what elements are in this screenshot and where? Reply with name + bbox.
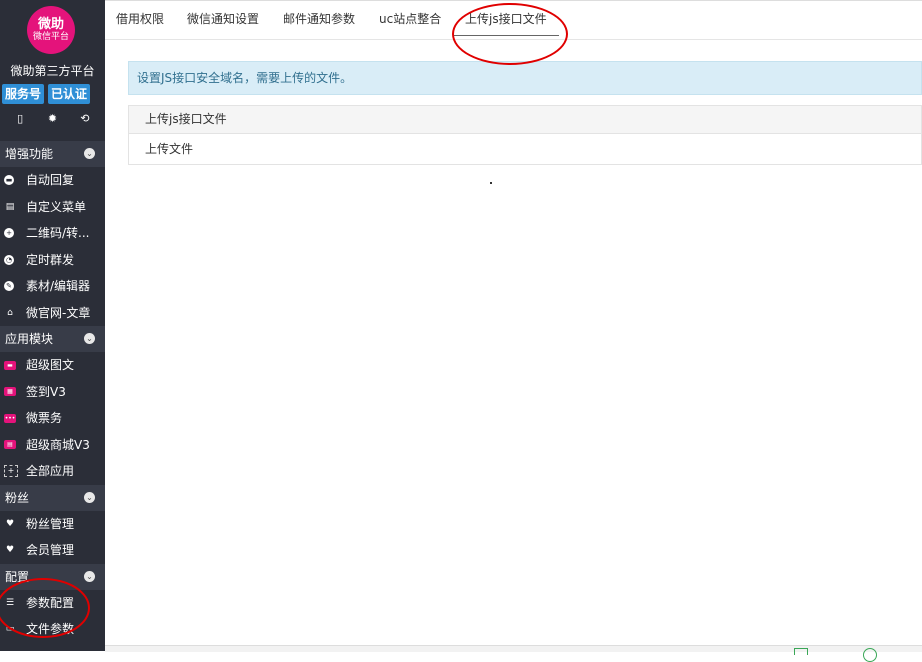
- upload-panel: 上传js接口文件 上传文件: [128, 105, 922, 165]
- grid-dashed-icon: +: [4, 465, 18, 478]
- panel-title: 上传js接口文件: [129, 106, 921, 134]
- sidebar-item-label: 定时群发: [26, 252, 75, 267]
- section-title: 配置: [5, 569, 30, 584]
- sidebar-item-label: 超级图文: [26, 358, 75, 372]
- main-content: 设置JS接口安全域名，需要上传的文件。 上传js接口文件 上传文件: [106, 40, 922, 645]
- sidebar-item-label: 参数配置: [26, 595, 75, 610]
- section-title: 增强功能: [5, 147, 54, 161]
- list-icon: ☰: [5, 597, 15, 608]
- tab-upload-js-file[interactable]: 上传js接口文件: [453, 11, 559, 36]
- file-icon: ▭: [5, 624, 15, 635]
- sidebar-item-label: 文件参数: [26, 622, 75, 636]
- mobile-icon[interactable]: ▯: [13, 112, 27, 125]
- sidebar-item-scheduled-send[interactable]: ◔ 定时群发: [0, 247, 105, 274]
- sidebar-item-label: 全部应用: [26, 464, 75, 478]
- app-pink-icon: ▬: [4, 360, 16, 370]
- sidebar-item-label: 微官网-文章: [26, 305, 91, 320]
- account-badges: 服务号 已认证: [2, 84, 91, 104]
- plus-circle-icon: +: [4, 228, 14, 239]
- heart-icon: ♥: [5, 518, 15, 529]
- app-pink-icon: ▤: [4, 440, 16, 450]
- sidebar: 微助 微信平台 微助第三方平台 服务号 已认证 ▯ ✹ ⟲ 增强功能 ⌄ ▬ 自…: [0, 0, 105, 651]
- service-account-badge: 服务号: [2, 84, 45, 104]
- sidebar-item-auto-reply[interactable]: ▬ 自动回复: [0, 167, 105, 194]
- circle-icon: [863, 648, 877, 662]
- app-pink-icon: ▦: [4, 387, 16, 397]
- sidebar-item-label: 微票务: [26, 411, 63, 425]
- sidebar-item-all-apps[interactable]: + 全部应用: [0, 458, 105, 485]
- tab-email-notification-params[interactable]: 邮件通知参数: [283, 11, 355, 35]
- menu-doc-icon: ▤: [5, 201, 15, 212]
- sidebar-item-microsite-articles[interactable]: ⌂ 微官网-文章: [0, 300, 105, 327]
- verified-badge: 已认证: [48, 84, 91, 104]
- sidebar-item-member-management[interactable]: ♥ 会员管理: [0, 537, 105, 564]
- sidebar-item-micro-ticket[interactable]: ••• 微票务: [0, 405, 105, 432]
- sidebar-item-file-params[interactable]: ▭ 文件参数: [0, 616, 105, 643]
- square-icon: [794, 648, 808, 655]
- sidebar-item-label: 自定义菜单: [26, 199, 87, 214]
- sidebar-item-super-article[interactable]: ▬ 超级图文: [0, 352, 105, 379]
- panel-body: 上传文件: [129, 134, 921, 165]
- section-app-modules[interactable]: 应用模块 ⌄: [0, 326, 105, 352]
- collapse-icon[interactable]: ⌄: [84, 333, 95, 344]
- clock-icon: ◔: [4, 254, 14, 265]
- sidebar-item-label: 二维码/转...: [26, 226, 90, 240]
- logo-text-sub: 微信平台: [32, 31, 69, 42]
- sidebar-item-fan-management[interactable]: ♥ 粉丝管理: [0, 511, 105, 538]
- heart-icon: ♥: [5, 545, 15, 556]
- collapse-icon[interactable]: ⌄: [84, 491, 95, 503]
- sidebar-item-label: 粉丝管理: [26, 516, 75, 531]
- section-title: 应用模块: [5, 332, 54, 346]
- sidebar-item-label: 签到V3: [26, 384, 66, 399]
- section-title: 粉丝: [5, 490, 30, 505]
- brand-logo[interactable]: 微助 微信平台: [27, 6, 75, 54]
- sidebar-item-parameter-config[interactable]: ☰ 参数配置: [0, 590, 105, 617]
- section-enhanced-features[interactable]: 增强功能 ⌄: [0, 141, 105, 167]
- gear-icon[interactable]: ✹: [45, 112, 59, 125]
- collapse-icon[interactable]: ⌄: [84, 570, 95, 582]
- sidebar-item-qrcode[interactable]: + 二维码/转...: [0, 220, 105, 247]
- sidebar-item-label: 会员管理: [26, 543, 75, 557]
- app-pink-icon: •••: [4, 413, 16, 423]
- sidebar-item-label: 素材/编辑器: [26, 279, 91, 293]
- logo-text-main: 微助: [37, 16, 64, 32]
- settings-tabs: 借用权限 微信通知设置 邮件通知参数 uc站点整合 上传js接口文件: [105, 6, 922, 40]
- upload-file-link[interactable]: 上传文件: [145, 142, 193, 156]
- sidebar-item-label: 超级商城V3: [26, 437, 90, 452]
- sidebar-menu: 增强功能 ⌄ ▬ 自动回复 ▤ 自定义菜单 + 二维码/转... ◔ 定时群发 …: [0, 141, 105, 643]
- tab-wechat-notifications[interactable]: 微信通知设置: [187, 11, 259, 35]
- refresh-icon[interactable]: ⟲: [78, 112, 92, 125]
- tab-borrow-permissions[interactable]: 借用权限: [116, 11, 164, 35]
- home-icon: ⌂: [7, 307, 13, 318]
- platform-name: 微助第三方平台: [10, 64, 95, 78]
- sidebar-item-materials-editor[interactable]: ✎ 素材/编辑器: [0, 273, 105, 300]
- stray-dot: [490, 182, 492, 184]
- sidebar-toolbar: ▯ ✹ ⟲: [0, 112, 105, 125]
- chat-bubble-icon: ▬: [4, 175, 14, 186]
- tab-uc-site-integration[interactable]: uc站点整合: [379, 11, 441, 35]
- sidebar-item-checkin-v3[interactable]: ▦ 签到V3: [0, 379, 105, 406]
- section-fans[interactable]: 粉丝 ⌄: [0, 484, 105, 511]
- sidebar-item-label: 自动回复: [26, 173, 75, 187]
- sidebar-item-super-mall-v3[interactable]: ▤ 超级商城V3: [0, 432, 105, 459]
- collapse-icon[interactable]: ⌄: [84, 148, 95, 159]
- section-config[interactable]: 配置 ⌄: [0, 563, 105, 590]
- pencil-icon: ✎: [4, 281, 14, 292]
- sidebar-item-custom-menu[interactable]: ▤ 自定义菜单: [0, 194, 105, 221]
- info-alert: 设置JS接口安全域名，需要上传的文件。: [128, 61, 922, 95]
